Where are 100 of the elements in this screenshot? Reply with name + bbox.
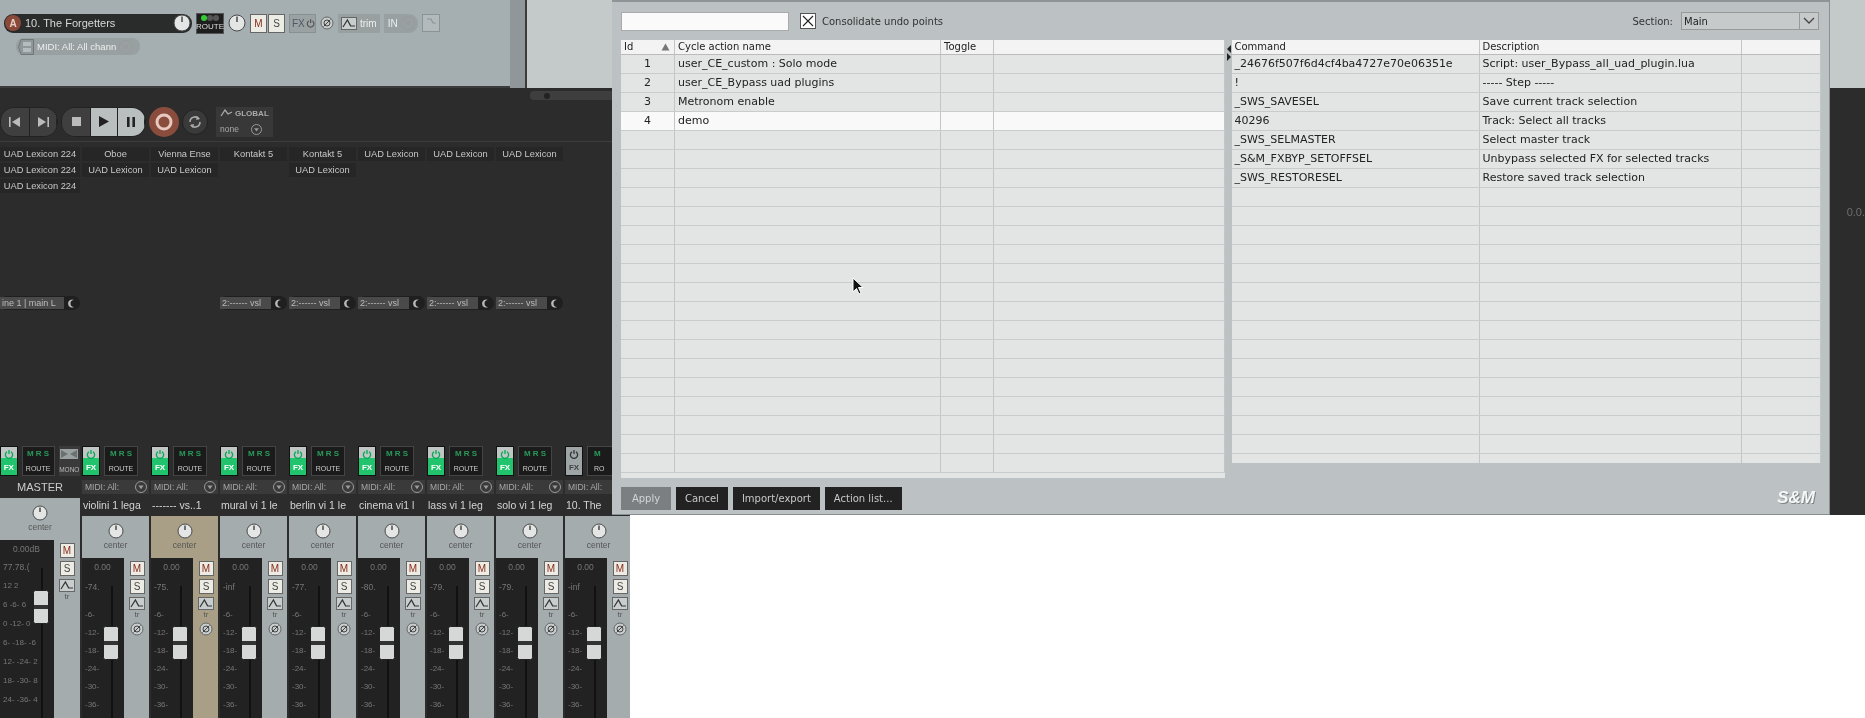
solo-button[interactable]: S bbox=[267, 579, 283, 594]
dialog-button[interactable]: Cancel bbox=[676, 486, 728, 510]
input-selector[interactable]: ine 1 | main L bbox=[0, 296, 80, 310]
table-row[interactable]: _24676f507f6d4cf4ba4727e70e06351e Script: user_Bypass_all_uad_plugin.lua bbox=[1231, 55, 1821, 74]
input-selector[interactable]: 2:------ vsl bbox=[427, 296, 494, 310]
slashed-circle-icon[interactable] bbox=[199, 622, 213, 636]
previous-button[interactable] bbox=[1, 107, 30, 136]
midi-input-dropdown[interactable]: MIDI: All: bbox=[151, 480, 218, 494]
play-button[interactable] bbox=[91, 107, 118, 136]
stop-button[interactable] bbox=[62, 107, 91, 136]
solo-button[interactable]: S bbox=[268, 13, 285, 33]
splitter-arrows-icon[interactable] bbox=[1225, 44, 1232, 62]
fx-slot[interactable]: UAD Lexicon bbox=[82, 163, 149, 177]
fx-slot[interactable]: UAD Lexicon bbox=[151, 163, 218, 177]
mute-button[interactable]: M bbox=[474, 561, 490, 576]
solo-button[interactable]: S bbox=[59, 561, 75, 576]
table-row[interactable]: 4 demo bbox=[621, 112, 1225, 131]
envelope-icon[interactable] bbox=[198, 597, 214, 610]
volume-fader[interactable] bbox=[172, 626, 188, 660]
slashed-circle-icon[interactable] bbox=[406, 622, 420, 636]
table-row[interactable]: _SWS_SAVESEL Save current track selection bbox=[1231, 93, 1821, 112]
slashed-circle-icon[interactable] bbox=[320, 16, 334, 30]
table-row[interactable]: _S&M_FXBYP_SETOFFSEL Unbypass selected FX for selected tracks bbox=[1231, 150, 1821, 169]
pan-knob[interactable] bbox=[107, 523, 124, 539]
mute-button[interactable]: M bbox=[336, 561, 352, 576]
table-row[interactable]: ! ----- Step ----- bbox=[1231, 74, 1821, 93]
slashed-circle-icon[interactable] bbox=[613, 622, 627, 636]
table-row[interactable]: _SWS_RESTORESEL Restore saved track selection bbox=[1231, 169, 1821, 188]
column-header[interactable]: Toggle bbox=[941, 40, 994, 54]
input-selector[interactable]: 2:------ vsl bbox=[496, 296, 563, 310]
next-button[interactable] bbox=[30, 107, 57, 136]
mute-button[interactable]: M bbox=[250, 13, 267, 33]
slashed-circle-icon[interactable] bbox=[268, 622, 282, 636]
solo-button[interactable]: S bbox=[612, 579, 628, 594]
section-dropdown[interactable]: Main bbox=[1681, 12, 1819, 30]
pan-knob[interactable] bbox=[245, 523, 262, 539]
envelope-icon[interactable] bbox=[336, 597, 352, 610]
mute-button[interactable]: M bbox=[59, 543, 75, 558]
volume-fader[interactable] bbox=[448, 626, 464, 660]
automation-mode-dropdown[interactable]: none bbox=[220, 123, 269, 135]
volume-fader[interactable] bbox=[379, 626, 395, 660]
dialog-button[interactable]: Import/export bbox=[732, 486, 820, 510]
record-button[interactable] bbox=[149, 106, 179, 137]
pan-knob[interactable] bbox=[228, 14, 246, 32]
input-selector[interactable]: 2:------ vsl bbox=[289, 296, 356, 310]
checkbox[interactable] bbox=[800, 13, 816, 29]
volume-fader[interactable] bbox=[241, 626, 257, 660]
mute-button[interactable]: M bbox=[267, 561, 283, 576]
volume-fader[interactable] bbox=[310, 626, 326, 660]
volume-fader[interactable] bbox=[517, 626, 533, 660]
midi-input-dropdown[interactable]: MIDI: All: bbox=[82, 480, 149, 494]
column-header[interactable]: Command bbox=[1231, 40, 1480, 54]
solo-button[interactable]: S bbox=[129, 579, 145, 594]
fx-slot[interactable]: Kontakt 5 bbox=[289, 147, 356, 161]
track-name-field[interactable]: A 10. The Forgetters bbox=[4, 13, 192, 33]
envelope-icon[interactable] bbox=[267, 597, 283, 610]
midi-input-dropdown[interactable]: MIDI: All: bbox=[220, 480, 287, 494]
volume-fader[interactable] bbox=[33, 590, 49, 624]
table-row[interactable]: _SWS_SELMASTER Select master track bbox=[1231, 131, 1821, 150]
fx-slot[interactable]: UAD Lexicon 224 bbox=[0, 179, 80, 193]
volume-knob[interactable] bbox=[173, 14, 191, 32]
solo-button[interactable]: S bbox=[405, 579, 421, 594]
table-row[interactable]: 1 user_CE_custom : Solo mode bbox=[621, 55, 1225, 74]
mute-button[interactable]: M bbox=[129, 561, 145, 576]
fx-slot[interactable]: Kontakt 5 bbox=[220, 147, 287, 161]
pan-knob[interactable] bbox=[521, 523, 538, 539]
solo-button[interactable]: S bbox=[474, 579, 490, 594]
slashed-circle-icon[interactable] bbox=[544, 622, 558, 636]
pan-knob[interactable] bbox=[32, 505, 48, 521]
mute-button[interactable]: M bbox=[612, 561, 628, 576]
slashed-circle-icon[interactable] bbox=[475, 622, 489, 636]
pan-knob[interactable] bbox=[452, 523, 469, 539]
fx-slot[interactable]: UAD Lexicon bbox=[358, 147, 425, 161]
fx-slot[interactable]: UAD Lexicon bbox=[427, 147, 494, 161]
mute-button[interactable]: M bbox=[543, 561, 559, 576]
input-selector[interactable]: 2:------ vsl bbox=[220, 296, 287, 310]
input-selector[interactable]: 2:------ vsl bbox=[358, 296, 425, 310]
solo-button[interactable]: S bbox=[198, 579, 214, 594]
midi-input-dropdown[interactable]: MIDI: All: bbox=[496, 480, 563, 494]
envelope-icon[interactable] bbox=[612, 597, 628, 610]
envelope-icon[interactable] bbox=[405, 597, 421, 610]
fx-button[interactable]: FX bbox=[565, 446, 583, 476]
consolidate-checkbox[interactable]: Consolidate undo points bbox=[800, 13, 944, 29]
repeat-button[interactable] bbox=[182, 108, 208, 135]
column-header[interactable]: Description bbox=[1479, 40, 1742, 54]
fx-slot[interactable]: UAD Lexicon 224 bbox=[0, 147, 80, 161]
pan-knob[interactable] bbox=[383, 523, 400, 539]
fx-slot[interactable]: UAD Lexicon bbox=[289, 163, 356, 177]
track-badge[interactable]: A bbox=[5, 15, 21, 31]
splitter-bar[interactable] bbox=[510, 0, 527, 88]
mute-button[interactable]: M bbox=[405, 561, 421, 576]
slashed-circle-icon[interactable] bbox=[337, 622, 351, 636]
envelope-icon[interactable] bbox=[543, 597, 559, 610]
fx-slot[interactable]: UAD Lexicon 224 bbox=[0, 163, 80, 177]
solo-button[interactable]: S bbox=[543, 579, 559, 594]
fx-slot[interactable]: UAD Lexicon bbox=[496, 147, 563, 161]
envelope-icon[interactable] bbox=[341, 16, 357, 30]
solo-button[interactable]: S bbox=[336, 579, 352, 594]
column-header[interactable]: Cycle action name bbox=[675, 40, 941, 54]
pan-knob[interactable] bbox=[314, 523, 331, 539]
